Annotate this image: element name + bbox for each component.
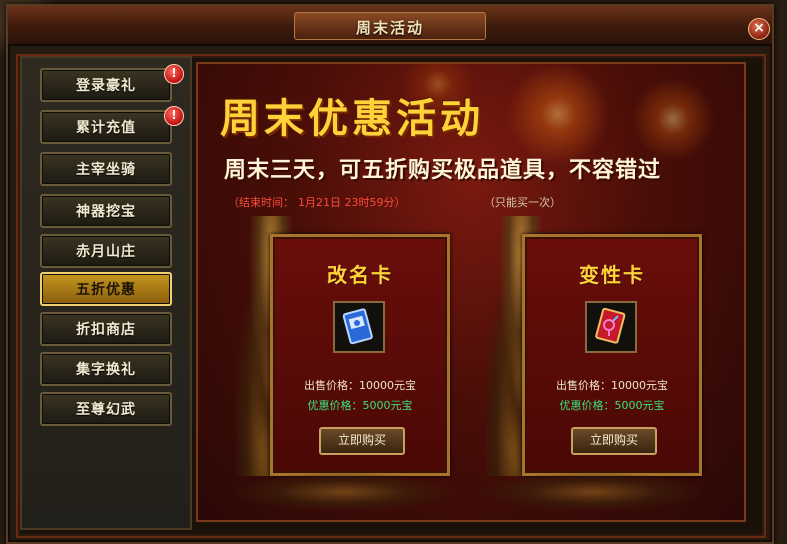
original-price: 出售价格：10000元宝: [556, 379, 668, 392]
banner-headline: 周末优惠活动: [220, 96, 484, 142]
sidebar-item-label: 五折优惠: [76, 282, 136, 298]
buy-now-button[interactable]: 立即购买: [571, 427, 657, 455]
sidebar-item-discount-shop[interactable]: 折扣商店: [40, 312, 172, 346]
gender-change-card-icon[interactable]: [585, 301, 637, 353]
window-title: 周末活动: [355, 19, 424, 37]
rename-card-panel: 改名卡 出售价格：10000元宝 优惠价格：5000元宝 立即购买: [270, 234, 450, 476]
activity-sidebar: 登录豪礼 ! 累计充值 ! 主宰坐骑 神器挖宝 赤月山庄 五折优惠 折扣商店 集…: [20, 56, 192, 530]
card-title: 改名卡: [327, 263, 393, 287]
alert-badge-icon: !: [164, 106, 184, 126]
sidebar-item-recharge[interactable]: 累计充值 !: [40, 106, 184, 144]
sidebar-item-supreme-martial[interactable]: 至尊幻武: [40, 392, 172, 426]
card-title: 变性卡: [579, 263, 645, 287]
end-time-label: （结束时间：: [228, 196, 294, 209]
sidebar-item-villa[interactable]: 赤月山庄: [40, 234, 172, 268]
sidebar-item-label: 赤月山庄: [76, 244, 136, 260]
close-button[interactable]: ×: [748, 18, 770, 40]
sidebar-item-label: 至尊幻武: [76, 402, 136, 418]
original-price: 出售价格：10000元宝: [304, 379, 416, 392]
sidebar-item-label: 神器挖宝: [76, 204, 136, 220]
sidebar-item-label: 折扣商店: [76, 322, 136, 338]
firework-decoration: [628, 74, 718, 164]
sidebar-item-label: 主宰坐骑: [76, 162, 136, 178]
activity-content-panel: 周末优惠活动 周末三天，可五折购买极品道具，不容错过 （结束时间： 1月21日 …: [196, 62, 746, 522]
gender-change-card-panel: 变性卡 出售价格：10000元宝 优惠价格：5000元宝 立即购买: [522, 234, 702, 476]
sidebar-item-login-gift[interactable]: 登录豪礼 !: [40, 64, 184, 102]
sale-price: 优惠价格：5000元宝: [307, 399, 413, 412]
buy-now-button[interactable]: 立即购买: [319, 427, 405, 455]
sidebar-item-label: 集字换礼: [76, 362, 136, 378]
purchase-limit-note: （只能买一次）: [484, 196, 561, 209]
sidebar-item-label: 累计充值: [76, 120, 136, 136]
sidebar-item-mount[interactable]: 主宰坐骑: [40, 152, 172, 186]
rename-card-icon[interactable]: [333, 301, 385, 353]
end-time-value: 1月21日 23时59分）: [298, 196, 406, 209]
title-plate: 周末活动: [294, 12, 486, 40]
sidebar-item-label: 登录豪礼: [76, 78, 136, 94]
bottom-ornament-left: [228, 472, 458, 512]
sale-price: 优惠价格：5000元宝: [559, 399, 665, 412]
title-bar: 周末活动 ×: [8, 6, 772, 46]
sidebar-item-half-price[interactable]: 五折优惠: [40, 272, 172, 306]
banner-subline: 周末三天，可五折购买极品道具，不容错过: [224, 158, 662, 183]
sidebar-item-treasure-dig[interactable]: 神器挖宝: [40, 194, 172, 228]
alert-badge-icon: !: [164, 64, 184, 84]
bottom-ornament-right: [478, 472, 708, 512]
sidebar-item-word-exchange[interactable]: 集字换礼: [40, 352, 172, 386]
